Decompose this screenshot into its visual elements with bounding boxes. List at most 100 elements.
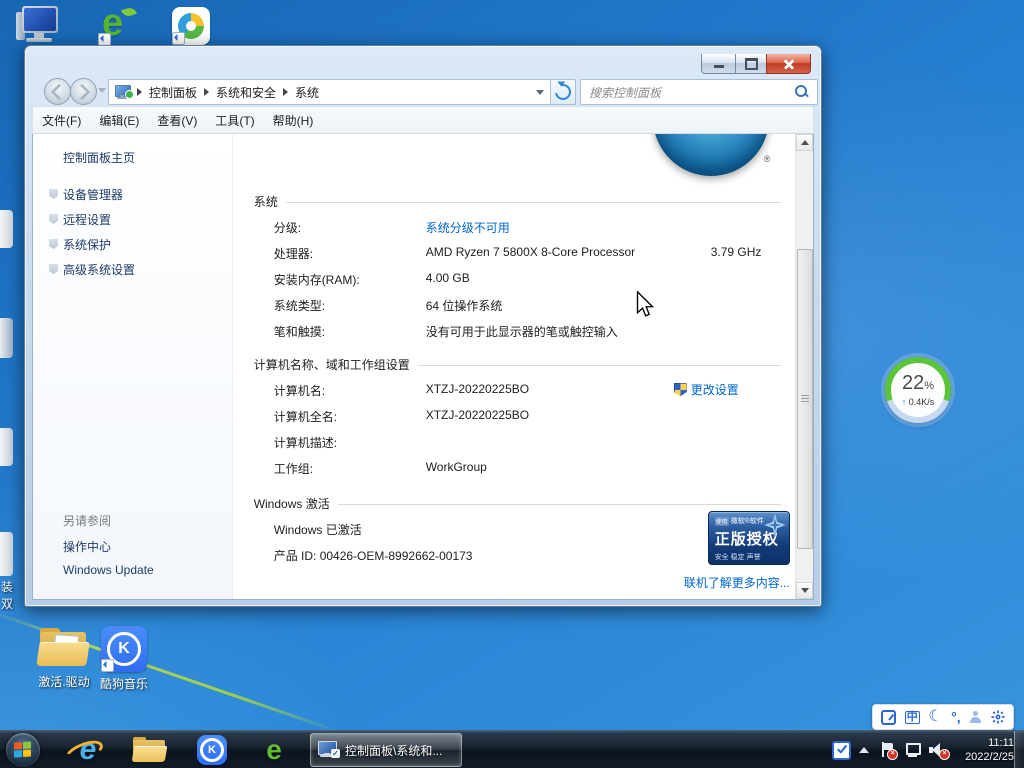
ime-punctuation-icon[interactable]: °, xyxy=(951,710,961,724)
shield-icon xyxy=(49,264,58,274)
volume-muted-icon[interactable]: × xyxy=(929,742,947,758)
computer-rows: 计算机名: XTZJ-20220225BO 更改设置 计算机全名: XTZJ-2… xyxy=(274,382,795,486)
menu-view[interactable]: 查看(V) xyxy=(148,112,206,129)
arrow-down-icon xyxy=(801,588,809,593)
upload-arrow-icon: ↑ xyxy=(902,397,907,407)
system-window: 控制面板 系统和安全 系统 搜索控制面板 文件(F) 编辑(E) 查看(V) 工… xyxy=(24,45,822,607)
genuine-microsoft-badge[interactable]: 使用 微软®软件 正版授权 安全 稳定 声誉 xyxy=(708,511,790,565)
search-box[interactable]: 搜索控制面板 xyxy=(580,79,818,105)
section-header-computer-name: 计算机名称、域和工作组设置 xyxy=(254,356,795,373)
learn-more-online-link[interactable]: 联机了解更多内容... xyxy=(684,574,790,591)
ime-fullwidth-moon-icon[interactable]: ☾ xyxy=(928,709,942,725)
sidebar-item-device-manager[interactable]: 设备管理器 xyxy=(63,186,123,203)
scroll-up-button[interactable] xyxy=(796,134,813,151)
tray-ime-icon[interactable] xyxy=(832,741,851,760)
breadcrumb-system-security[interactable]: 系统和安全 xyxy=(210,84,282,101)
row-computer-name: 计算机名: XTZJ-20220225BO 更改设置 xyxy=(274,382,795,408)
taskbar-active-window-button[interactable]: ✓ 控制面板\系统和... xyxy=(310,733,462,767)
genuine-software-area: 使用 微软®软件 正版授权 安全 稳定 声誉 联机了解更多内容... xyxy=(684,511,790,591)
row-computer-full-name: 计算机全名: XTZJ-20220225BO xyxy=(274,408,795,434)
search-icon[interactable] xyxy=(795,85,809,99)
vertical-scrollbar[interactable] xyxy=(795,134,813,599)
refresh-button[interactable] xyxy=(551,79,576,105)
desktop-icon-computer[interactable] xyxy=(16,6,60,44)
action-center-flag-icon[interactable]: × xyxy=(881,742,895,758)
sidebar-item-advanced-settings[interactable]: 高级系统设置 xyxy=(63,261,135,278)
shortcut-arrow-icon xyxy=(101,659,114,672)
ime-chinese-mode-icon[interactable]: 中 xyxy=(905,711,920,724)
desktop-icon-partial[interactable] xyxy=(0,318,13,358)
sidebar-item-action-center[interactable]: 操作中心 xyxy=(63,538,111,555)
sidebar-item-remote-settings[interactable]: 远程设置 xyxy=(63,211,111,228)
ime-logo-icon[interactable] xyxy=(881,710,896,725)
close-icon xyxy=(783,58,795,70)
green-e-icon: e xyxy=(266,734,282,766)
folder-icon xyxy=(133,737,167,763)
show-hidden-icons-button[interactable] xyxy=(859,747,869,753)
minimize-button[interactable] xyxy=(701,54,736,74)
row-processor: 处理器: AMD Ryzen 7 5800X 8-Core Processor … xyxy=(274,245,795,271)
scrollbar-thumb[interactable] xyxy=(797,249,813,549)
uac-shield-icon xyxy=(674,383,687,397)
taskbar-ie-button[interactable]: e xyxy=(68,734,108,766)
network-status-icon[interactable] xyxy=(904,742,920,758)
desktop-icon-app[interactable] xyxy=(172,7,210,45)
arrow-up-icon xyxy=(801,140,809,145)
section-header-system: 系统 xyxy=(254,193,795,210)
menu-help[interactable]: 帮助(H) xyxy=(264,112,323,129)
taskbar-explorer-button[interactable] xyxy=(130,734,170,766)
scroll-down-button[interactable] xyxy=(796,582,813,599)
desktop-icon-kugou[interactable]: K 酷狗音乐 xyxy=(88,626,160,692)
ime-settings-gear-icon[interactable] xyxy=(991,710,1005,724)
address-bar[interactable]: 控制面板 系统和安全 系统 xyxy=(108,79,551,105)
title-bar[interactable] xyxy=(32,46,814,77)
desktop-icon-360-browser[interactable]: e xyxy=(98,6,138,46)
ime-language-bar[interactable]: 中 ☾ °, xyxy=(872,704,1014,730)
menu-file[interactable]: 文件(F) xyxy=(33,112,90,129)
change-settings-link[interactable]: 更改设置 xyxy=(674,381,739,398)
processor-speed: 3.79 GHz xyxy=(711,245,762,259)
network-speed: 0.4K/s xyxy=(909,397,935,407)
breadcrumb-control-panel[interactable]: 控制面板 xyxy=(143,84,203,101)
menu-edit[interactable]: 编辑(E) xyxy=(90,112,148,129)
taskbar-kugou-button[interactable]: K xyxy=(192,734,232,766)
speedball-widget[interactable]: 22% ↑ 0.4K/s xyxy=(885,357,951,423)
taskbar-clock[interactable]: 11:11 2022/2/25 xyxy=(965,736,1014,764)
kugou-icon: K xyxy=(101,626,147,672)
taskbar-360-browser-button[interactable]: e xyxy=(254,734,294,766)
breadcrumb-separator-icon xyxy=(283,88,288,96)
maximize-button[interactable] xyxy=(736,54,766,74)
close-button[interactable] xyxy=(766,54,811,74)
desktop-icon-partial[interactable] xyxy=(0,532,13,576)
system-tray: × × 11:11 2022/2/25 xyxy=(832,731,1014,768)
desktop-icon-partial[interactable] xyxy=(0,428,13,466)
clock-time: 11:11 xyxy=(965,736,1014,750)
sidebar-item-windows-update[interactable]: Windows Update xyxy=(63,563,154,577)
mute-badge-icon: × xyxy=(939,749,950,760)
window-client-area: 控制面板主页 设备管理器 远程设置 系统保护 高级系统设置 另请参阅 操作中心 … xyxy=(32,134,814,600)
show-desktop-button[interactable] xyxy=(1014,731,1024,768)
chevron-down-icon xyxy=(98,88,106,93)
sidebar-item-system-protection[interactable]: 系统保护 xyxy=(63,236,111,253)
start-button[interactable] xyxy=(6,733,40,767)
forward-button[interactable] xyxy=(70,78,97,105)
breadcrumb-system[interactable]: 系统 xyxy=(289,84,325,101)
ime-account-icon[interactable] xyxy=(969,711,982,724)
recent-pages-dropdown[interactable] xyxy=(98,88,106,93)
shield-icon xyxy=(49,239,58,249)
thumb-grip-icon xyxy=(801,395,809,403)
taskbar: e K e ✓ 控制面板\系统和... × xyxy=(0,730,1024,768)
menu-tools[interactable]: 工具(T) xyxy=(206,112,263,129)
error-badge-icon: × xyxy=(887,749,898,760)
forward-arrow-icon xyxy=(74,83,91,100)
sidebar: 控制面板主页 设备管理器 远程设置 系统保护 高级系统设置 另请参阅 操作中心 … xyxy=(33,134,233,599)
address-dropdown-icon[interactable] xyxy=(536,90,544,95)
system-rows: 分级: 系统分级不可用 处理器: AMD Ryzen 7 5800X 8-Cor… xyxy=(274,219,795,349)
back-button[interactable] xyxy=(44,78,71,105)
active-window-title: 控制面板\系统和... xyxy=(345,742,442,759)
shield-icon xyxy=(49,189,58,199)
sidebar-item-control-panel-home[interactable]: 控制面板主页 xyxy=(63,149,135,166)
rating-unavailable-link[interactable]: 系统分级不可用 xyxy=(426,219,510,236)
shield-icon xyxy=(49,214,58,224)
desktop-icon-partial[interactable] xyxy=(0,210,13,248)
